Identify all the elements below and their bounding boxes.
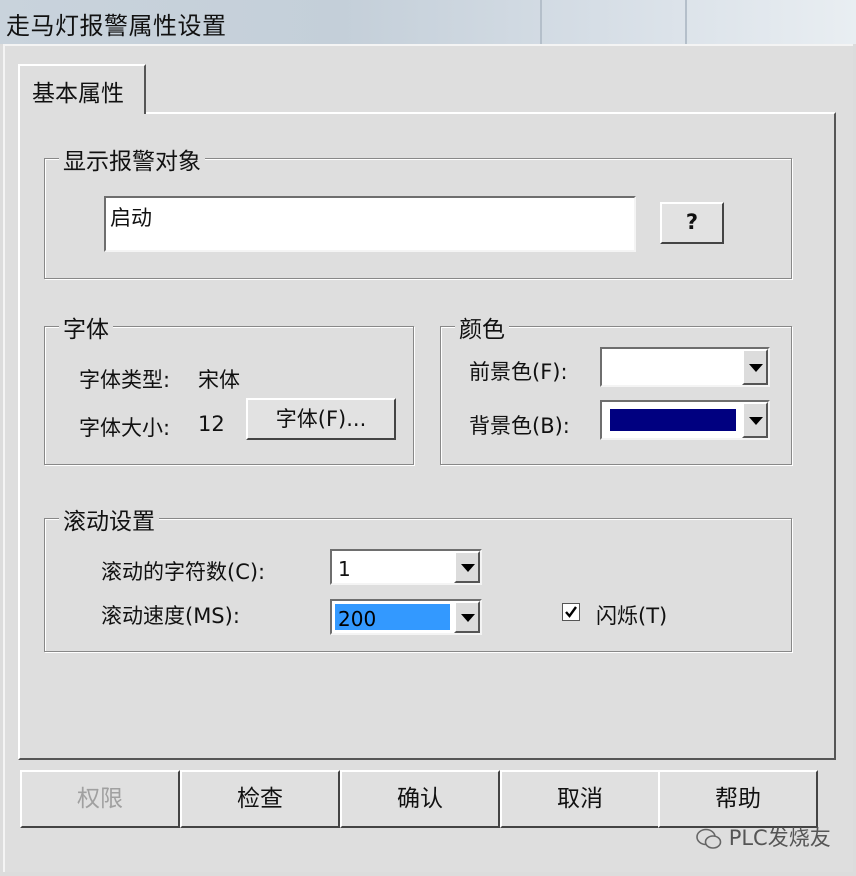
foreground-color-picker[interactable] bbox=[600, 347, 770, 387]
help-button[interactable]: 帮助 bbox=[658, 770, 818, 828]
confirm-button[interactable]: 确认 bbox=[340, 770, 500, 828]
foreground-color-label: 前景色(F): bbox=[469, 360, 568, 384]
scroll-chars-dropdown-arrow[interactable] bbox=[454, 551, 480, 583]
title-bar: 走马灯报警属性设置 bbox=[0, 0, 856, 44]
scroll-speed-value: 200 bbox=[338, 607, 377, 631]
color-group-title: 颜色 bbox=[455, 310, 509, 344]
wechat-icon bbox=[696, 828, 722, 849]
browse-variable-button[interactable]: ? bbox=[660, 202, 724, 244]
title-divider bbox=[685, 0, 687, 44]
foreground-color-swatch bbox=[606, 353, 738, 381]
cancel-button[interactable]: 取消 bbox=[500, 770, 660, 828]
font-group-title: 字体 bbox=[59, 310, 113, 344]
scroll-chars-label: 滚动的字符数(C): bbox=[101, 560, 266, 584]
background-color-label: 背景色(B): bbox=[469, 414, 570, 438]
scroll-chars-value: 1 bbox=[338, 557, 351, 581]
tab-label: 基本属性 bbox=[32, 81, 124, 107]
title-divider bbox=[540, 0, 542, 44]
alarm-object-input[interactable]: 启动 bbox=[104, 196, 636, 252]
foreground-color-dropdown-arrow[interactable] bbox=[742, 349, 768, 385]
chevron-down-icon bbox=[461, 564, 475, 572]
scroll-chars-select[interactable]: 1 bbox=[330, 549, 482, 585]
chevron-down-icon bbox=[749, 417, 763, 425]
bottom-button-bar: 权限 检查 确认 取消 帮助 bbox=[18, 770, 820, 828]
checkmark-icon bbox=[565, 606, 577, 618]
background-color-swatch bbox=[610, 409, 736, 431]
chevron-down-icon bbox=[461, 614, 475, 622]
font-type-label: 字体类型: bbox=[79, 368, 171, 392]
flash-label[interactable]: 闪烁(T) bbox=[596, 600, 667, 630]
watermark-text: PLC发烧友 bbox=[728, 826, 831, 850]
scroll-settings-group-title: 滚动设置 bbox=[59, 502, 159, 536]
font-size-label: 字体大小: bbox=[79, 416, 171, 440]
scroll-speed-label: 滚动速度(MS): bbox=[101, 604, 240, 628]
alarm-object-group-title: 显示报警对象 bbox=[59, 142, 205, 176]
permission-button[interactable]: 权限 bbox=[20, 770, 180, 828]
flash-checkbox[interactable] bbox=[562, 603, 580, 621]
window-title: 走马灯报警属性设置 bbox=[6, 12, 227, 40]
scroll-speed-select[interactable]: 200 bbox=[330, 599, 482, 635]
watermark: PLC发烧友 bbox=[696, 822, 831, 852]
font-type-value: 宋体 bbox=[198, 368, 240, 392]
font-group: 字体 bbox=[44, 310, 414, 465]
background-color-picker[interactable] bbox=[600, 400, 770, 440]
check-button[interactable]: 检查 bbox=[180, 770, 340, 828]
font-button[interactable]: 字体(F)... bbox=[246, 398, 396, 440]
chevron-down-icon bbox=[749, 364, 763, 372]
tab-basic-properties[interactable]: 基本属性 bbox=[18, 64, 146, 114]
background-color-dropdown-arrow[interactable] bbox=[742, 402, 768, 438]
scroll-speed-dropdown-arrow[interactable] bbox=[454, 601, 480, 633]
alarm-object-value: 启动 bbox=[110, 206, 152, 230]
font-size-value: 12 bbox=[198, 412, 225, 436]
